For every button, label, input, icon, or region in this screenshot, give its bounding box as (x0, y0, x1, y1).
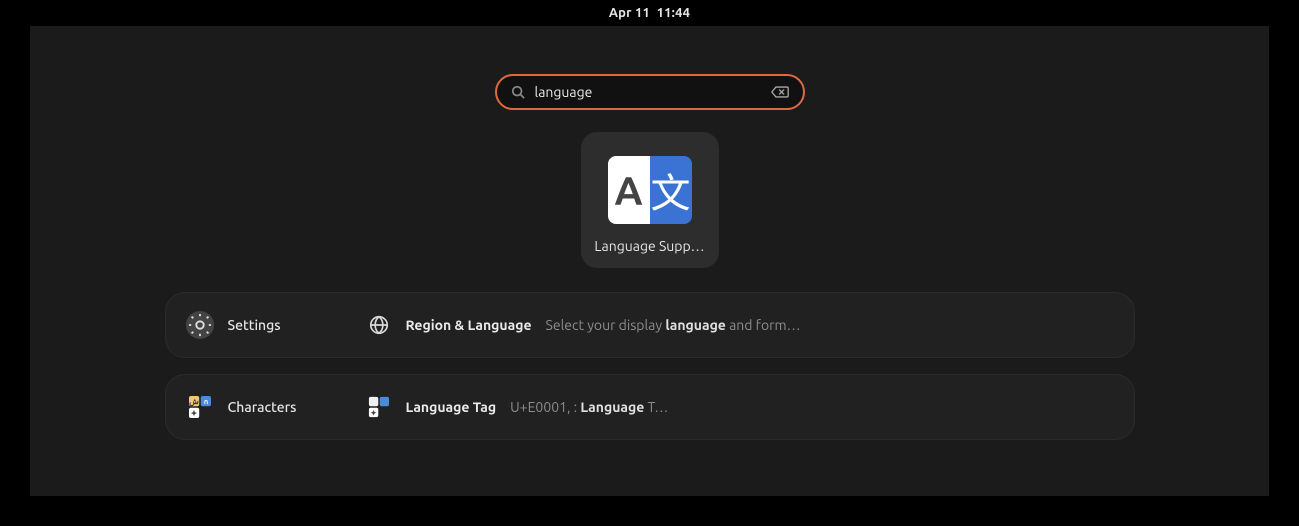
viewport: Apr 11 11:44 (0, 0, 1299, 526)
search-icon (511, 85, 525, 99)
provider-characters: ش ก ✦ Characters (165, 374, 1135, 440)
svg-text:ش: ش (189, 397, 199, 407)
hit-title: Language Tag (406, 399, 497, 415)
app-label: Language Supp… (594, 238, 704, 254)
characters-language-tag[interactable]: ✦ Language Tag U+E0001, : Language T… (366, 394, 669, 420)
hit-subtitle: U+E0001, : Language T… (510, 399, 668, 415)
hit-title: Region & Language (406, 317, 532, 333)
settings-icon (186, 311, 214, 339)
svg-text:✦: ✦ (370, 409, 376, 417)
provider-header[interactable]: Settings (186, 311, 346, 339)
clear-search-icon[interactable] (771, 85, 789, 99)
provider-header[interactable]: ش ก ✦ Characters (186, 393, 346, 421)
top-bar: Apr 11 11:44 (30, 0, 1269, 26)
clock-label[interactable]: Apr 11 11:44 (609, 6, 690, 20)
hit-subtitle: Select your display language and form… (546, 317, 801, 333)
svg-text:ก: ก (203, 398, 207, 406)
provider-label: Settings (228, 317, 281, 333)
search-area (30, 74, 1269, 110)
language-support-icon: A 文 (608, 156, 692, 224)
globe-icon (366, 312, 392, 338)
provider-settings: Settings Region & Language (165, 292, 1135, 358)
search-input[interactable] (535, 84, 761, 100)
search-results: Settings Region & Language (30, 292, 1269, 440)
characters-icon: ش ก ✦ (186, 393, 214, 421)
character-result-icon: ✦ (366, 394, 392, 420)
search-field[interactable] (495, 74, 805, 110)
activities-overview: Apr 11 11:44 (30, 0, 1269, 496)
provider-label: Characters (228, 399, 297, 415)
app-results: A 文 Language Supp… (30, 132, 1269, 268)
svg-text:✦: ✦ (190, 409, 197, 418)
app-language-support[interactable]: A 文 Language Supp… (581, 132, 719, 268)
settings-region-language[interactable]: Region & Language Select your display la… (366, 312, 801, 338)
